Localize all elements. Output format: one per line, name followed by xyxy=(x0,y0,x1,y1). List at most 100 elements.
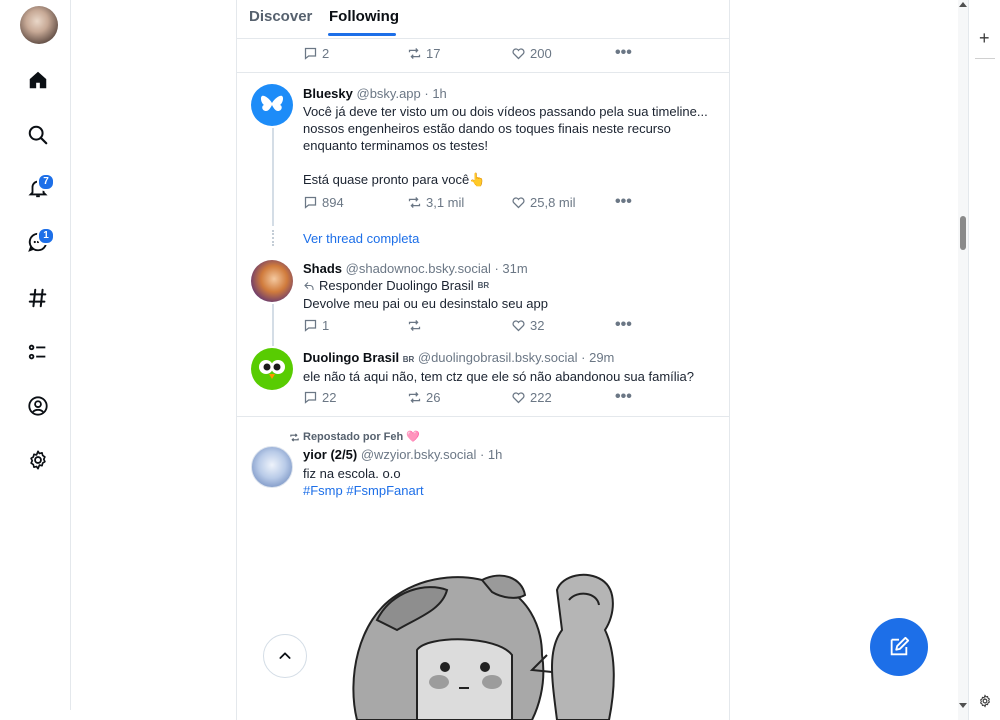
lists-icon[interactable] xyxy=(18,332,58,372)
author-name[interactable]: Bluesky xyxy=(303,86,353,101)
reply-count: 22 xyxy=(322,390,337,405)
panel-divider xyxy=(975,58,995,59)
author-name[interactable]: Shads xyxy=(303,261,342,276)
reply-arrow-icon xyxy=(304,281,314,290)
bluesky-avatar[interactable] xyxy=(251,84,293,126)
post-text-line: Você já deve ter visto um ou dois vídeos… xyxy=(303,104,708,119)
post-image[interactable] xyxy=(347,560,657,720)
feeds-hashtag-icon[interactable] xyxy=(18,278,58,318)
chevron-up-icon xyxy=(279,652,291,659)
reply-button[interactable]: 894 xyxy=(303,195,344,210)
post-divider xyxy=(237,416,729,417)
feed-column: Discover Following 2 17 200 ••• Bluesky … xyxy=(236,0,730,720)
feed-tabs: Discover Following xyxy=(237,0,729,39)
reply-to-label[interactable]: Responder Duolingo Brasil BR xyxy=(303,277,489,294)
post-time: · 1h xyxy=(479,447,503,462)
settings-gear-icon[interactable] xyxy=(18,440,58,480)
thread-line xyxy=(272,128,274,226)
author-handle[interactable]: @bsky.app xyxy=(357,86,421,101)
post-header: Shads @shadownoc.bsky.social · 31m xyxy=(303,260,528,277)
author-name[interactable]: Duolingo Brasil xyxy=(303,350,399,365)
repost-button[interactable]: 26 xyxy=(407,390,440,405)
author-name[interactable]: yior (2/5) xyxy=(303,447,357,462)
repost-count: 26 xyxy=(426,390,441,405)
post-time: · 29m xyxy=(581,350,615,365)
post-header: yior (2/5) @wzyior.bsky.social · 1h xyxy=(303,446,502,463)
butterfly-logo-icon xyxy=(260,95,284,111)
tab-following[interactable]: Following xyxy=(329,8,399,25)
post-text-line: enquanto terminamos os testes! xyxy=(303,138,488,153)
notifications-bell-icon[interactable]: 7 xyxy=(18,168,58,208)
active-tab-indicator xyxy=(328,33,396,36)
like-button[interactable]: 32 xyxy=(511,318,544,333)
thread-dots xyxy=(272,230,276,246)
repost-button[interactable] xyxy=(407,318,426,333)
reply-icon xyxy=(304,196,317,209)
settings-gear-icon[interactable] xyxy=(978,694,992,713)
tab-discover[interactable]: Discover xyxy=(249,8,312,25)
repost-icon xyxy=(408,320,421,331)
flag-label: BR xyxy=(477,281,490,290)
repost-icon xyxy=(408,197,421,208)
reply-count: 894 xyxy=(322,195,344,210)
heart-icon xyxy=(512,392,525,404)
reply-count: 2 xyxy=(322,46,330,61)
search-icon[interactable] xyxy=(18,115,58,155)
more-options-button[interactable]: ••• xyxy=(615,316,632,334)
view-full-thread-link[interactable]: Ver thread completa xyxy=(303,230,419,247)
scroll-up-arrow[interactable] xyxy=(959,2,967,7)
heart-icon xyxy=(512,320,525,332)
repost-button[interactable]: 3,1 mil xyxy=(407,195,464,210)
more-options-button[interactable]: ••• xyxy=(615,388,632,406)
repost-icon xyxy=(290,433,299,442)
add-icon[interactable]: + xyxy=(979,28,990,49)
post-header: Duolingo Brasil BR @duolingobrasil.bsky.… xyxy=(303,349,614,368)
scroll-down-arrow[interactable] xyxy=(959,703,967,708)
like-count: 25,8 mil xyxy=(530,195,576,210)
post-text: Devolve meu pai ou eu desinstalo seu app xyxy=(303,296,548,311)
top-post-repost-button[interactable]: 17 xyxy=(407,46,440,61)
repost-label-text: Repostado por Feh 🩷 xyxy=(303,431,420,443)
browser-side-panel: + xyxy=(968,0,1000,720)
compose-button[interactable] xyxy=(870,618,928,676)
reply-button[interactable]: 1 xyxy=(303,318,329,333)
top-post-more-button[interactable]: ••• xyxy=(615,44,632,62)
yior-avatar[interactable] xyxy=(251,446,293,488)
post-time: · 31m xyxy=(494,261,528,276)
author-handle[interactable]: @wzyior.bsky.social xyxy=(361,447,477,462)
shads-avatar[interactable] xyxy=(251,260,293,302)
scroll-to-top-button[interactable] xyxy=(263,634,307,678)
profile-icon[interactable] xyxy=(18,386,58,426)
post-time: · 1h xyxy=(424,86,447,101)
post-body: Você já deve ter visto um ou dois vídeos… xyxy=(303,103,718,188)
page-scrollbar[interactable] xyxy=(958,0,968,720)
top-post-reply-button[interactable]: 2 xyxy=(303,46,329,61)
like-button[interactable]: 25,8 mil xyxy=(511,195,576,210)
author-handle[interactable]: @duolingobrasil.bsky.social xyxy=(418,350,578,365)
like-count: 222 xyxy=(530,390,552,405)
reply-button[interactable]: 22 xyxy=(303,390,336,405)
like-button[interactable]: 222 xyxy=(511,390,552,405)
like-count: 32 xyxy=(530,318,545,333)
heart-icon xyxy=(512,48,525,60)
home-icon[interactable] xyxy=(18,60,58,100)
top-post-like-button[interactable]: 200 xyxy=(511,46,552,61)
post-hashtags[interactable]: #Fsmp #FsmpFanart xyxy=(303,482,424,499)
duolingo-avatar[interactable] xyxy=(251,348,293,390)
like-count: 200 xyxy=(530,46,552,61)
post-text-line: nossos engenheiros estão dando os toques… xyxy=(303,121,671,136)
author-handle[interactable]: @shadownoc.bsky.social xyxy=(346,261,491,276)
flag-label: BR xyxy=(402,355,415,364)
post-text-line xyxy=(303,154,718,171)
scrollbar-thumb[interactable] xyxy=(960,216,966,250)
post-text-line: Está quase pronto para você👆 xyxy=(303,172,486,187)
post-header: Bluesky @bsky.app · 1h xyxy=(303,85,447,102)
chat-icon[interactable]: 1 xyxy=(18,222,58,262)
thread-line xyxy=(272,304,274,346)
repost-icon xyxy=(408,392,421,403)
repost-label[interactable]: Repostado por Feh 🩷 xyxy=(289,429,420,446)
more-options-button[interactable]: ••• xyxy=(615,193,632,211)
user-avatar[interactable] xyxy=(20,6,58,44)
reply-to-text: Responder Duolingo Brasil xyxy=(319,278,474,293)
post-divider xyxy=(237,72,729,73)
